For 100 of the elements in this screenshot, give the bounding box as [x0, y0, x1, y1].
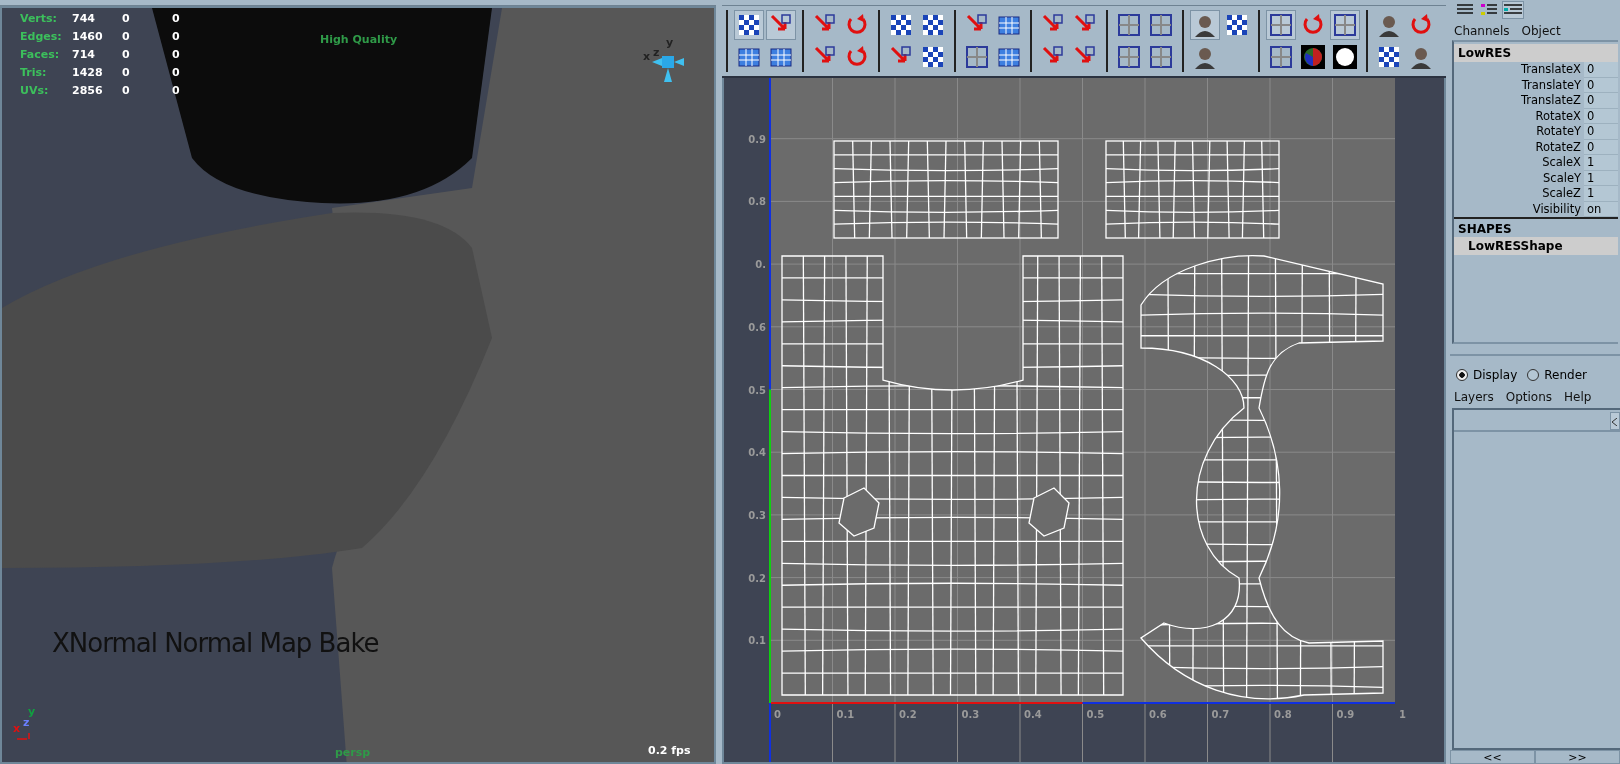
stat-value: 1460 [72, 30, 104, 43]
stat-label: Verts: [20, 12, 58, 25]
axis-label: 0.9 [1336, 709, 1355, 720]
window-icon [1149, 45, 1173, 69]
window-icon [1117, 45, 1141, 69]
toolbar-button[interactable] [1298, 42, 1328, 72]
window-icon [1333, 13, 1357, 37]
sphere-icon [1301, 45, 1325, 69]
axis-label: 0.3 [748, 509, 766, 521]
stat-value: 0 [122, 84, 131, 97]
stat-value: 0 [172, 48, 181, 61]
window-icon [1269, 45, 1293, 69]
checker-icon [921, 13, 945, 37]
rotate-icon [845, 45, 869, 69]
checker-icon [1225, 13, 1249, 37]
toolbar-button[interactable] [734, 10, 764, 40]
radio-label: Display [1473, 368, 1518, 382]
toolbar-button[interactable] [1190, 10, 1220, 40]
object-name: LowRES [1454, 44, 1618, 62]
radio-option[interactable]: Render [1527, 368, 1587, 382]
menu-item[interactable]: Object [1521, 24, 1561, 38]
axis-gizmo-icon [17, 733, 31, 741]
nav-button[interactable]: >> [1535, 750, 1620, 764]
attribute-value[interactable]: 0 [1584, 62, 1618, 78]
stat-value: 0 [172, 30, 181, 43]
nav-button[interactable]: << [1450, 750, 1535, 764]
axis-label: 0.1 [836, 709, 855, 720]
stat-value: 0 [172, 66, 181, 79]
list-icon [1457, 4, 1473, 16]
window-icon [1149, 13, 1173, 37]
scroll-button[interactable] [1610, 412, 1620, 430]
axis-letter: z [23, 716, 30, 729]
layout-button[interactable] [1502, 1, 1524, 19]
menu-item[interactable]: Channels [1454, 24, 1510, 38]
radio-button[interactable] [1527, 369, 1540, 381]
axis-label: 0.3 [961, 709, 980, 720]
axis-label: 0 [774, 709, 781, 720]
attribute-name: RotateY [1535, 124, 1582, 140]
grid-icon [737, 45, 761, 69]
person-icon [1409, 45, 1433, 69]
axis-label: 0.5 [1086, 709, 1105, 720]
person-icon [1193, 45, 1217, 69]
checker-icon [1377, 45, 1401, 69]
attribute-name: RotateX [1534, 108, 1582, 124]
camera-label: persp [335, 746, 371, 759]
axis-label: 0.4 [1024, 709, 1042, 720]
menu-item[interactable]: Options [1505, 390, 1553, 404]
radio-option[interactable]: Display [1456, 368, 1518, 382]
radio-button[interactable] [1456, 369, 1468, 381]
rotate-icon [1409, 13, 1433, 37]
circle-icon [1333, 45, 1357, 69]
checker-icon [737, 13, 761, 37]
toolbar-button[interactable] [1330, 42, 1360, 72]
attribute-value[interactable]: 0 [1584, 93, 1618, 109]
stat-label: Edges: [20, 30, 63, 43]
axis-label: 0.8 [748, 196, 766, 208]
stat-label: Tris: [20, 66, 48, 79]
axis-letter: x [13, 722, 21, 735]
attribute-value[interactable]: 1 [1584, 155, 1618, 171]
axis-label: 0.8 [1274, 709, 1292, 720]
checker-icon [921, 45, 945, 69]
menu-item[interactable]: Layers [1454, 390, 1494, 404]
menu-item[interactable]: Help [1564, 390, 1592, 404]
stat-label: UVs: [20, 84, 50, 97]
attribute-name: Visibility [1531, 201, 1582, 217]
grid-icon [997, 13, 1021, 37]
axis-label: 0.5 [748, 384, 766, 396]
axis-label: 0.1 [748, 635, 766, 647]
person-icon [1193, 13, 1217, 37]
axis-label: 0.4 [748, 447, 766, 459]
axis-label: 0. [755, 259, 766, 271]
attribute-name: ScaleY [1542, 170, 1582, 186]
grid-icon [997, 45, 1021, 69]
axis-label: 0.2 [899, 709, 917, 720]
window-icon [1117, 13, 1141, 37]
axis-label: 0.6 [748, 321, 766, 333]
list-icon [1504, 4, 1522, 16]
stat-value: 0 [172, 84, 181, 97]
rotate-icon [1301, 13, 1325, 37]
attribute-name: ScaleX [1541, 155, 1582, 171]
stat-value: 1428 [72, 66, 104, 79]
axis-letter: y [28, 705, 36, 718]
stat-value: 2856 [72, 84, 104, 97]
checker-icon [889, 13, 913, 37]
attribute-value[interactable]: 1 [1584, 186, 1618, 202]
attribute-name: TranslateX [1519, 62, 1582, 78]
radio-label: Render [1544, 368, 1587, 382]
attribute-value[interactable]: 0 [1584, 124, 1618, 140]
axis-label: 0.2 [748, 572, 766, 584]
window-icon [1269, 13, 1293, 37]
shape-item[interactable]: LowRESShape [1454, 237, 1618, 255]
stat-value: 0 [122, 30, 131, 43]
quality-label: High Quality [320, 33, 398, 46]
attribute-name: TranslateZ [1519, 93, 1582, 109]
stat-label: Faces: [20, 48, 61, 61]
axis-label: 0.6 [1149, 709, 1167, 720]
person-icon [1377, 13, 1401, 37]
attribute-name: TranslateY [1520, 77, 1582, 93]
fps-readout: 0.2 fps [648, 744, 691, 757]
attribute-name: RotateZ [1534, 139, 1582, 155]
